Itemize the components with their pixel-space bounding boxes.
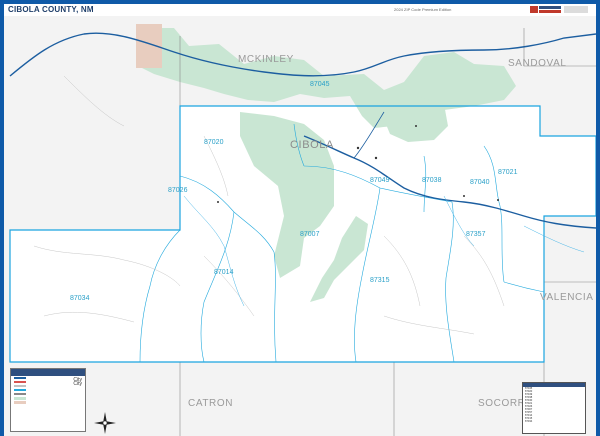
zip-table-row: 87034 [523,420,585,423]
map-legend: City City [10,368,86,432]
map-title: CIBOLA COUNTY, NM [8,5,94,14]
edition-label: 2024 ZIP Code Premium Edition [394,7,452,12]
county-label-sandoval: SANDOVAL [508,58,567,69]
zip-label: 87049 [370,177,390,184]
title-bar: CIBOLA COUNTY, NM 2024 ZIP Code Premium … [4,4,596,16]
zip-label: 87026 [168,187,188,194]
north-arrow-icon [94,412,116,434]
zip-label: 87020 [204,139,224,146]
zip-label: 87007 [300,231,320,238]
zip-table-zip: 87034 [525,420,533,423]
city-icon: City City [73,378,82,387]
county-label-cibola: CIBOLA [290,139,334,151]
zip-label: 87034 [70,295,90,302]
legend-city-sublabel: City [73,381,82,387]
county-map[interactable]: MCKINLEY SANDOVAL CIBOLA VALENCIA CATRON… [4,16,596,436]
brand-logo-icon [528,4,592,15]
zip-label: 87021 [498,169,518,176]
zip-label: 87014 [214,269,234,276]
zip-label: 87357 [466,231,486,238]
legend-row-urban [11,400,85,404]
zip-label: 87045 [310,81,330,88]
zip-code-table: 87045 87020 87049 87038 87040 87021 87026 87007… [522,382,586,434]
zip-label: 87040 [470,179,490,186]
county-label-mckinley: MCKINLEY [238,54,294,65]
county-label-catron: CATRON [188,398,233,409]
zip-label: 87315 [370,277,390,284]
legend-header [11,369,85,376]
zip-label: 87038 [422,177,442,184]
county-label-valencia: VALENCIA [540,292,594,303]
map-frame: CIBOLA COUNTY, NM 2024 ZIP Code Premium … [0,0,600,436]
